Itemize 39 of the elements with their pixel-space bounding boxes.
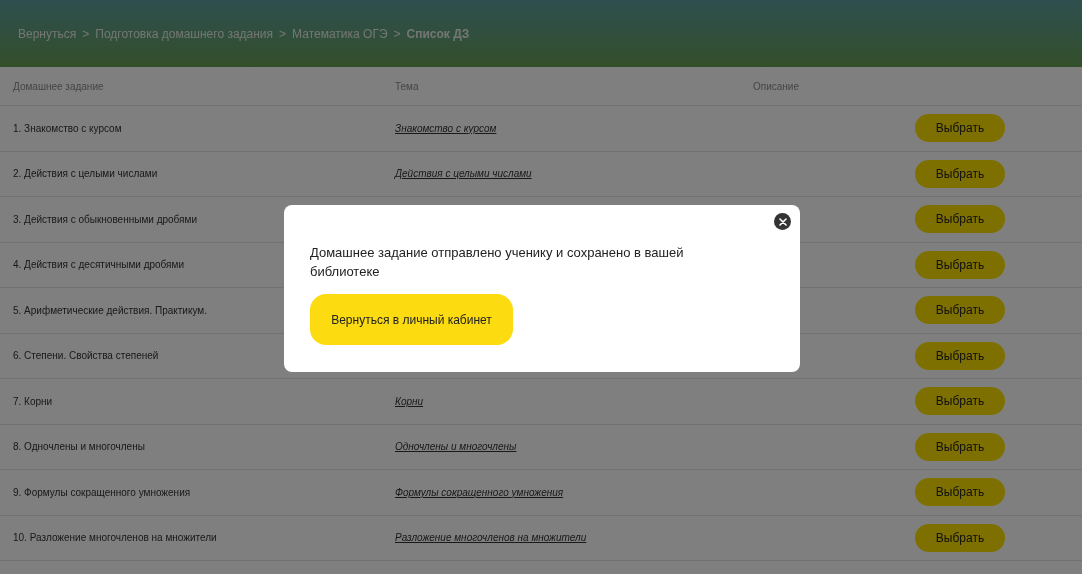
select-button[interactable]: Выбрать [915,478,1005,507]
select-button[interactable]: Выбрать [915,159,1005,188]
homework-title: 3. Действия с обыкновенными дробями [13,213,197,225]
select-button[interactable]: Выбрать [915,432,1005,461]
topic-link[interactable]: Одночлены и многочлены [395,441,517,453]
breadcrumb-link[interactable]: Подготовка домашнего задания [95,24,274,43]
select-button[interactable]: Выбрать [915,205,1005,234]
select-button[interactable]: Выбрать [915,387,1005,416]
breadcrumb-link[interactable]: Математика ОГЭ [292,24,388,43]
homework-title: 9. Формулы сокращенного умножения [13,486,191,498]
homework-title: 6. Степени. Свойства степеней [13,350,159,362]
topic-link[interactable]: Действия с целыми числами [395,168,532,180]
breadcrumb-link[interactable]: Список ДЗ [406,24,470,43]
select-button[interactable]: Выбрать [915,296,1005,325]
select-button[interactable]: Выбрать [915,523,1005,552]
topic-link[interactable]: Знакомство с курсом [395,122,497,134]
homework-title: 1. Знакомство с курсом [13,122,122,134]
topic-link[interactable]: Разложение многочленов на множители [395,532,587,544]
column-header: Домашнее задание [12,79,105,94]
topic-link[interactable]: Формулы сокращенного умножения [395,486,564,498]
homework-title: 5. Арифметические действия. Практикум. [13,304,207,316]
homework-title: 8. Одночлены и многочлены [13,441,145,453]
column-header: Тема [395,79,420,94]
select-button[interactable]: Выбрать [915,114,1005,143]
breadcrumb-separator: > [82,25,90,43]
return-button[interactable]: Вернуться в личный кабинет [310,294,513,345]
column-header: Описание [753,79,800,94]
breadcrumb-separator: > [393,25,401,43]
topic-link[interactable]: Корни [395,395,424,407]
homework-title: 10. Разложение многочленов на множители [13,532,217,544]
breadcrumb-separator: > [279,25,287,43]
homework-title: 7. Корни [13,395,53,407]
dialog-message: Домашнее задание отправлено ученику и сохранено в вашей библиотеке [310,244,685,281]
select-button[interactable]: Выбрать [915,341,1005,370]
homework-title: 4. Действия с десятичными дробями [13,259,184,271]
homework-title: 2. Действия с целыми числами [13,168,158,180]
breadcrumb-link[interactable]: Вернуться [18,24,77,43]
select-button[interactable]: Выбрать [915,250,1005,279]
close-icon[interactable] [774,213,791,230]
